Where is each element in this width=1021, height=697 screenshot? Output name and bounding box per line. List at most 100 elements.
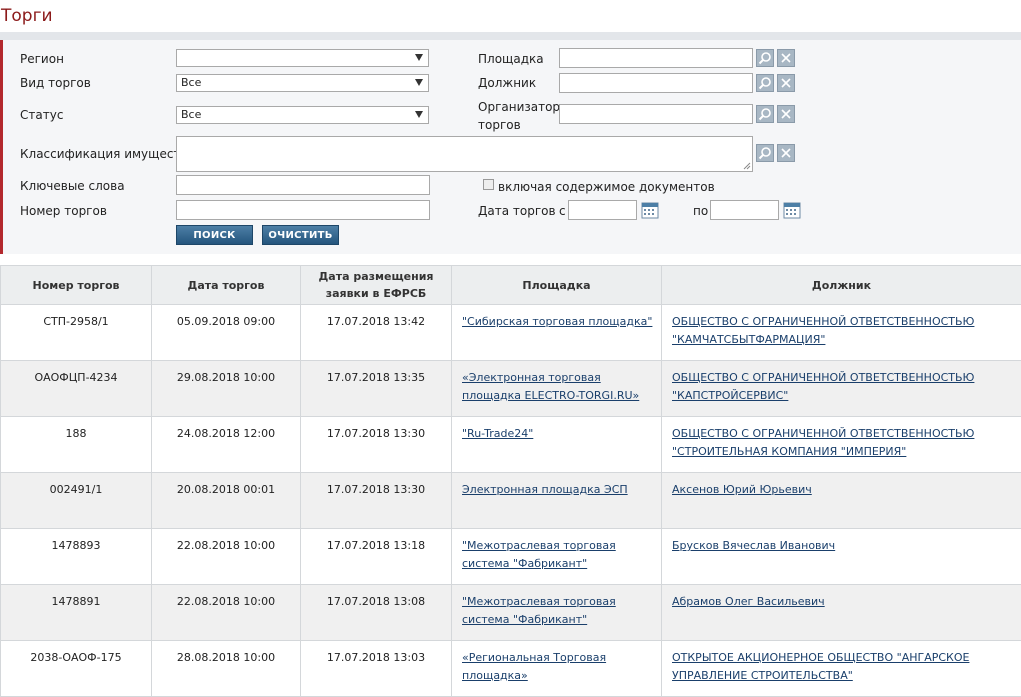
column-header-platform[interactable]: Площадка (452, 266, 662, 305)
platform-link[interactable]: "Сибирская торговая площадка" (462, 315, 652, 328)
cell-date: 24.08.2018 12:00 (152, 417, 301, 473)
table-header-row: Номер торгов Дата торгов Дата размещения… (1, 266, 1021, 305)
debtor-label: Должник (478, 75, 536, 91)
filter-panel-topbar (0, 32, 1021, 40)
organizer-search-button[interactable] (756, 105, 774, 123)
cell-platform: "Сибирская торговая площадка" (452, 305, 662, 361)
cell-platform: «Региональная Торговая площадка» (452, 641, 662, 697)
cell-platform: "Ru-Trade24" (452, 417, 662, 473)
cell-date: 20.08.2018 00:01 (152, 473, 301, 529)
include-documents-checkbox[interactable] (483, 179, 494, 190)
table-row[interactable]: 18824.08.2018 12:0017.07.2018 13:30"Ru-T… (1, 417, 1021, 473)
cell-number: 1478891 (1, 585, 152, 641)
platform-search-button[interactable] (756, 49, 774, 67)
auction-number-input[interactable] (176, 200, 430, 220)
cell-platform: «Электронная торговая площадка ELECTRO-T… (452, 361, 662, 417)
include-documents-label: включая содержимое документов (498, 179, 715, 195)
table-body: СТП-2958/105.09.2018 09:0017.07.2018 13:… (1, 305, 1021, 697)
auction-number-label: Номер торгов (20, 203, 107, 219)
table-row[interactable]: 002491/120.08.2018 00:0117.07.2018 13:30… (1, 473, 1021, 529)
platform-clear-button[interactable] (777, 49, 795, 67)
cell-number: 002491/1 (1, 473, 152, 529)
table-row[interactable]: СТП-2958/105.09.2018 09:0017.07.2018 13:… (1, 305, 1021, 361)
cell-posted: 17.07.2018 13:30 (301, 417, 452, 473)
date-to-input[interactable] (710, 200, 779, 220)
table-row[interactable]: 147889322.08.2018 10:0017.07.2018 13:18 "… (1, 529, 1021, 585)
debtor-link[interactable]: Абрамов Олег Васильевич (672, 595, 825, 608)
cell-debtor: Аксенов Юрий Юрьевич (662, 473, 1021, 529)
cell-debtor: ОБЩЕСТВО С ОГРАНИЧЕННОЙ ОТВЕТСТВЕННОСТЬЮ… (662, 417, 1021, 473)
calendar-icon-to[interactable] (783, 201, 801, 219)
debtor-link[interactable]: Аксенов Юрий Юрьевич (672, 483, 812, 496)
debtor-link[interactable]: ОТКРЫТОЕ АКЦИОНЕРНОЕ ОБЩЕСТВО "АНГАРСКОЕ… (672, 651, 969, 682)
table-row[interactable]: 2038-ОАОФ-17528.08.2018 10:0017.07.2018 … (1, 641, 1021, 697)
keywords-label: Ключевые слова (20, 178, 125, 194)
cell-posted: 17.07.2018 13:42 (301, 305, 452, 361)
status-select-value: Все (181, 108, 201, 121)
cell-number: 1478893 (1, 529, 152, 585)
classification-textarea[interactable] (176, 136, 753, 172)
chevron-down-icon (415, 111, 423, 118)
organizer-label-line1: Организатор (478, 99, 560, 115)
status-select[interactable]: Все (176, 106, 429, 124)
region-select[interactable] (176, 49, 429, 67)
magnifier-icon (757, 50, 773, 66)
search-button[interactable]: ПОИСК (176, 225, 253, 245)
cell-date: 05.09.2018 09:00 (152, 305, 301, 361)
table-row[interactable]: ОАОФЦП-423429.08.2018 10:0017.07.2018 13… (1, 361, 1021, 417)
page-title: Торги (1, 6, 53, 26)
column-header-posted[interactable]: Дата размещения заявки в ЕФРСБ (301, 266, 452, 305)
classification-search-button[interactable] (756, 144, 774, 162)
organizer-label-line2: торгов (478, 117, 521, 133)
chevron-down-icon (415, 79, 423, 86)
filter-panel: Регион Вид торгов Все Статус Все Площадк… (0, 32, 1021, 254)
close-icon (778, 145, 794, 161)
column-header-number[interactable]: Номер торгов (1, 266, 152, 305)
clear-button[interactable]: ОЧИСТИТЬ (262, 225, 339, 245)
auctions-table: Номер торгов Дата торгов Дата размещения… (0, 265, 1021, 697)
classification-clear-button[interactable] (777, 144, 795, 162)
debtor-link[interactable]: Брусков Вячеслав Иванович (672, 539, 835, 552)
debtor-search-button[interactable] (756, 74, 774, 92)
cell-date: 28.08.2018 10:00 (152, 641, 301, 697)
debtor-link[interactable]: ОБЩЕСТВО С ОГРАНИЧЕННОЙ ОТВЕТСТВЕННОСТЬЮ… (672, 315, 974, 346)
debtor-link[interactable]: ОБЩЕСТВО С ОГРАНИЧЕННОЙ ОТВЕТСТВЕННОСТЬЮ… (672, 427, 974, 458)
date-to-label: по (693, 203, 708, 219)
platform-input[interactable] (559, 48, 753, 68)
cell-number: 2038-ОАОФ-175 (1, 641, 152, 697)
organizer-clear-button[interactable] (777, 105, 795, 123)
auction-type-label: Вид торгов (20, 75, 91, 91)
table-row[interactable]: 147889122.08.2018 10:0017.07.2018 13:08"… (1, 585, 1021, 641)
platform-link[interactable]: "Межотраслевая торговая система "Фабрика… (462, 595, 616, 626)
cell-date: 29.08.2018 10:00 (152, 361, 301, 417)
resize-handle-icon[interactable] (743, 162, 751, 170)
debtor-input[interactable] (559, 73, 753, 93)
magnifier-icon (757, 145, 773, 161)
platform-link[interactable]: «Региональная Торговая площадка» (462, 651, 606, 682)
cell-posted: 17.07.2018 13:18 (301, 529, 452, 585)
cell-date: 22.08.2018 10:00 (152, 585, 301, 641)
organizer-input[interactable] (559, 104, 753, 124)
date-from-label: с (559, 203, 566, 219)
calendar-icon-from[interactable] (641, 201, 659, 219)
debtor-clear-button[interactable] (777, 74, 795, 92)
platform-link[interactable]: "Ru-Trade24" (462, 427, 533, 440)
column-header-debtor[interactable]: Должник (662, 266, 1021, 305)
keywords-input[interactable] (176, 175, 430, 195)
cell-debtor: Абрамов Олег Васильевич (662, 585, 1021, 641)
platform-link[interactable]: «Электронная торговая площадка ELECTRO-T… (462, 371, 639, 402)
date-from-input[interactable] (568, 200, 637, 220)
chevron-down-icon (415, 54, 423, 61)
cell-posted: 17.07.2018 13:30 (301, 473, 452, 529)
cell-date: 22.08.2018 10:00 (152, 529, 301, 585)
platform-link[interactable]: Электронная площадка ЭСП (462, 483, 628, 496)
classification-label: Классификация имущества (20, 146, 195, 162)
column-header-date[interactable]: Дата торгов (152, 266, 301, 305)
debtor-link[interactable]: ОБЩЕСТВО С ОГРАНИЧЕННОЙ ОТВЕТСТВЕННОСТЬЮ… (672, 371, 974, 402)
auction-type-select[interactable]: Все (176, 74, 429, 92)
status-label: Статус (20, 107, 63, 123)
platform-label: Площадка (478, 51, 544, 67)
cell-debtor: ОБЩЕСТВО С ОГРАНИЧЕННОЙ ОТВЕТСТВЕННОСТЬЮ… (662, 361, 1021, 417)
cell-debtor: ОТКРЫТОЕ АКЦИОНЕРНОЕ ОБЩЕСТВО "АНГАРСКОЕ… (662, 641, 1021, 697)
platform-link[interactable]: "Межотраслевая торговая система "Фабрика… (462, 539, 616, 570)
